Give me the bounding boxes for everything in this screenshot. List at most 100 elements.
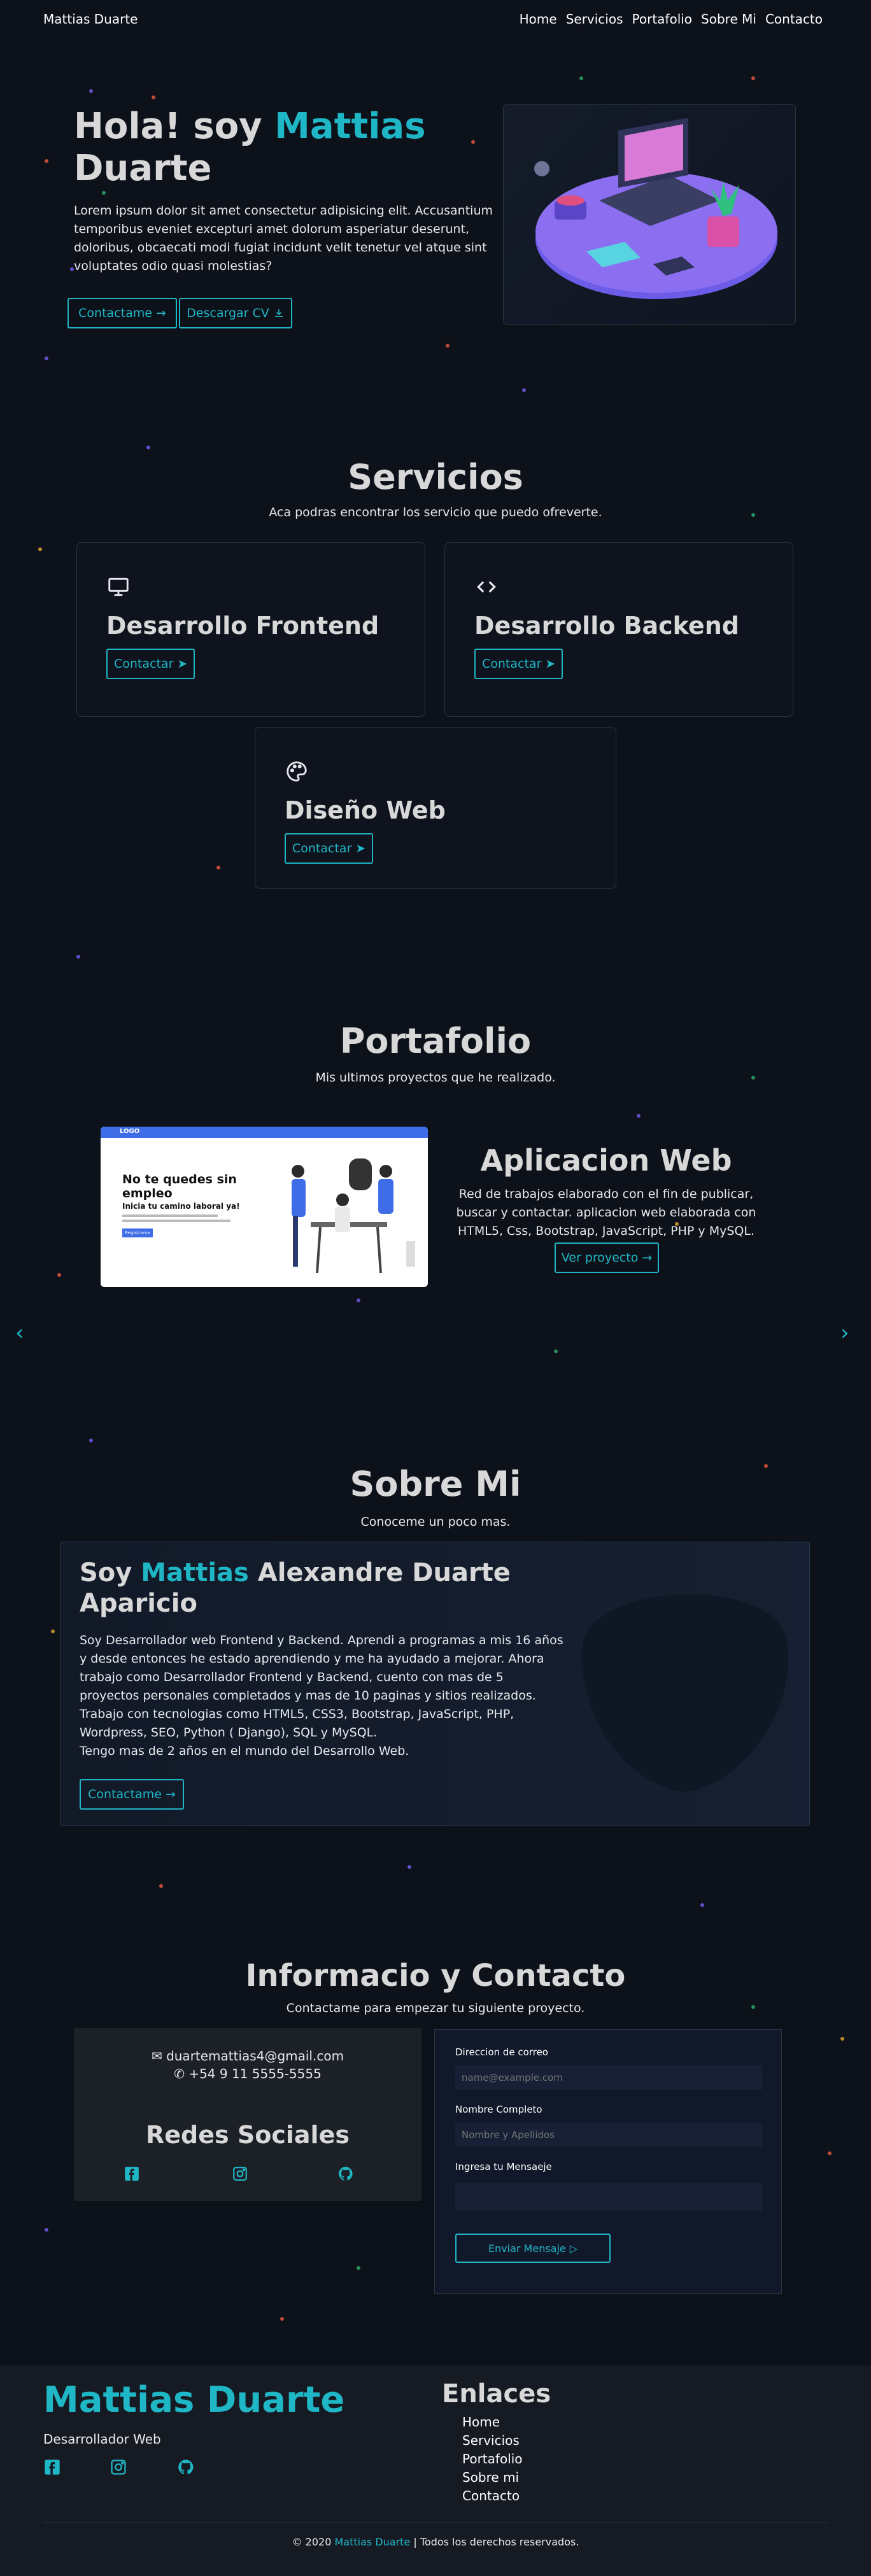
decorative-dot [45,356,48,360]
footer-links-title: Enlaces [442,2379,551,2409]
service-title: Desarrollo Frontend [106,612,379,640]
shot-cta: Registrarse [122,1228,153,1237]
hero-illustration [503,104,796,325]
service-title: Desarrollo Backend [474,612,739,640]
hero-title-greeting: Hola! soy [74,106,275,147]
decorative-dot [102,191,106,195]
arrow-circle-icon: ➤ [355,841,366,855]
decorative-dot [446,344,450,348]
phone-icon: ✆ [174,2066,185,2081]
about-name-prefix: Soy [80,1558,141,1587]
decorative-dot [146,446,150,449]
service-contact-button[interactable]: Contactar ➤ [106,649,195,679]
service-contact-button[interactable]: Contactar ➤ [474,649,563,679]
view-project-label: Ver proyecto [561,1251,639,1265]
copyright-suffix: | Todos los derechos reservados. [410,2536,579,2548]
decorative-dot [828,2151,832,2155]
decorative-dot [45,159,48,163]
shot-logo: LOGO [120,1128,140,1135]
service-card-frontend: Desarrollo Frontend Contactar ➤ [76,542,425,717]
footer-copyright: © 2020 Mattias Duarte | Todos los derech… [0,2536,871,2548]
decorative-dot [700,1903,704,1907]
about-contact-label: Contactame [88,1787,162,1801]
footer-link-contacto[interactable]: Contacto [462,2489,523,2503]
decorative-dot [159,1884,163,1888]
decorative-dot [840,2037,844,2041]
project-screenshot[interactable]: LOGO No te quedes sin empleo Inicia tu c… [101,1127,428,1287]
shot-navbar: LOGO [101,1127,428,1138]
nav-link-servicios[interactable]: Servicios [566,11,623,27]
decorative-dot [76,955,80,959]
carousel-prev-icon[interactable]: ‹ [15,1320,24,1346]
decorative-dot [45,2228,48,2232]
footer-link-home[interactable]: Home [462,2415,523,2430]
send-icon: ▷ [569,2242,578,2255]
send-message-button[interactable]: Enviar Mensaje ▷ [455,2234,611,2263]
send-message-label: Enviar Mensaje [488,2242,566,2255]
mail-icon: ✉ [151,2048,162,2064]
decorative-dot [38,547,42,551]
hero-text: Lorem ipsum dolor sit amet consectetur a… [74,204,493,273]
nav-link-sobre-mi[interactable]: Sobre Mi [701,11,756,27]
monitor-icon [108,577,129,596]
arrow-right-icon: → [642,1251,653,1265]
facebook-icon[interactable] [43,2458,61,2476]
decorative-dot [357,2266,360,2270]
name-input[interactable] [455,2123,762,2147]
footer-link-servicios[interactable]: Servicios [462,2433,523,2448]
facebook-icon[interactable] [124,2165,140,2182]
phone-info: ✆ +54 9 11 5555-5555 [74,2066,421,2081]
service-title: Diseño Web [285,796,446,824]
portfolio-title: Portafolio [339,1021,532,1061]
footer-role: Desarrollador Web [43,2432,161,2447]
carousel-next-icon[interactable]: › [840,1320,849,1346]
shot-text-lines [122,1220,230,1222]
nav-brand[interactable]: Mattias Duarte [43,11,138,27]
email-label: Direccion de correo [455,2046,548,2058]
email-info: ✉ duartemattias4@gmail.com [74,2048,421,2064]
about-name-accent: Mattias [141,1558,249,1587]
decorative-dot [152,95,155,99]
decorative-dot [522,388,526,392]
decorative-dot [280,2317,284,2321]
github-icon[interactable] [177,2458,195,2476]
decorative-dot [579,76,583,80]
about-contact-button[interactable]: Contactame → [80,1779,184,1810]
about-text: Soy Desarrollador web Frontend y Backend… [80,1633,563,1758]
shot-subline: Inicia tu camino laboral ya! [122,1202,240,1211]
service-contact-label: Contactar [482,657,542,671]
view-project-button[interactable]: Ver proyecto → [555,1242,659,1273]
decorative-dot [637,1114,641,1118]
arrow-right-icon: → [165,1787,176,1801]
nav-link-home[interactable]: Home [520,11,557,27]
email-input[interactable] [455,2066,762,2090]
nav-link-contacto[interactable]: Contacto [765,11,823,27]
message-textarea[interactable] [455,2183,762,2211]
profile-photo-placeholder [582,1594,788,1792]
hero-title: Hola! soy Mattias Duarte [74,106,488,190]
decorative-dot [357,1299,360,1302]
service-contact-label: Contactar [114,657,174,671]
decorative-dot [216,866,220,869]
project-title: Aplicacion Web [480,1143,732,1178]
instagram-icon[interactable] [110,2458,127,2476]
palette-icon [287,761,307,782]
download-icon [274,309,283,317]
nav-menu: Home Servicios Portafolio Sobre Mi Conta… [520,11,823,27]
decorative-dot [407,1865,411,1869]
nav-link-portafolio[interactable]: Portafolio [632,11,693,27]
footer-link-portafolio[interactable]: Portafolio [462,2452,523,2467]
instagram-icon[interactable] [232,2165,248,2182]
service-contact-button[interactable]: Contactar ➤ [285,833,374,864]
hero-contact-button[interactable]: Contactame → [67,298,177,328]
about-subtitle: Conoceme un poco mas. [360,1515,511,1529]
shot-text-lines [122,1214,218,1217]
github-icon[interactable] [337,2165,354,2182]
contact-subtitle: Contactame para empezar tu siguiente pro… [286,2001,585,2015]
phone-text: +54 9 11 5555-5555 [188,2066,322,2081]
footer-link-sobre-mi[interactable]: Sobre mi [462,2470,523,2485]
download-cv-label: Descargar CV [187,306,269,320]
footer-brand: Mattias Duarte [43,2379,345,2421]
download-cv-button[interactable]: Descargar CV [179,298,292,328]
services-title: Servicios [348,457,523,497]
